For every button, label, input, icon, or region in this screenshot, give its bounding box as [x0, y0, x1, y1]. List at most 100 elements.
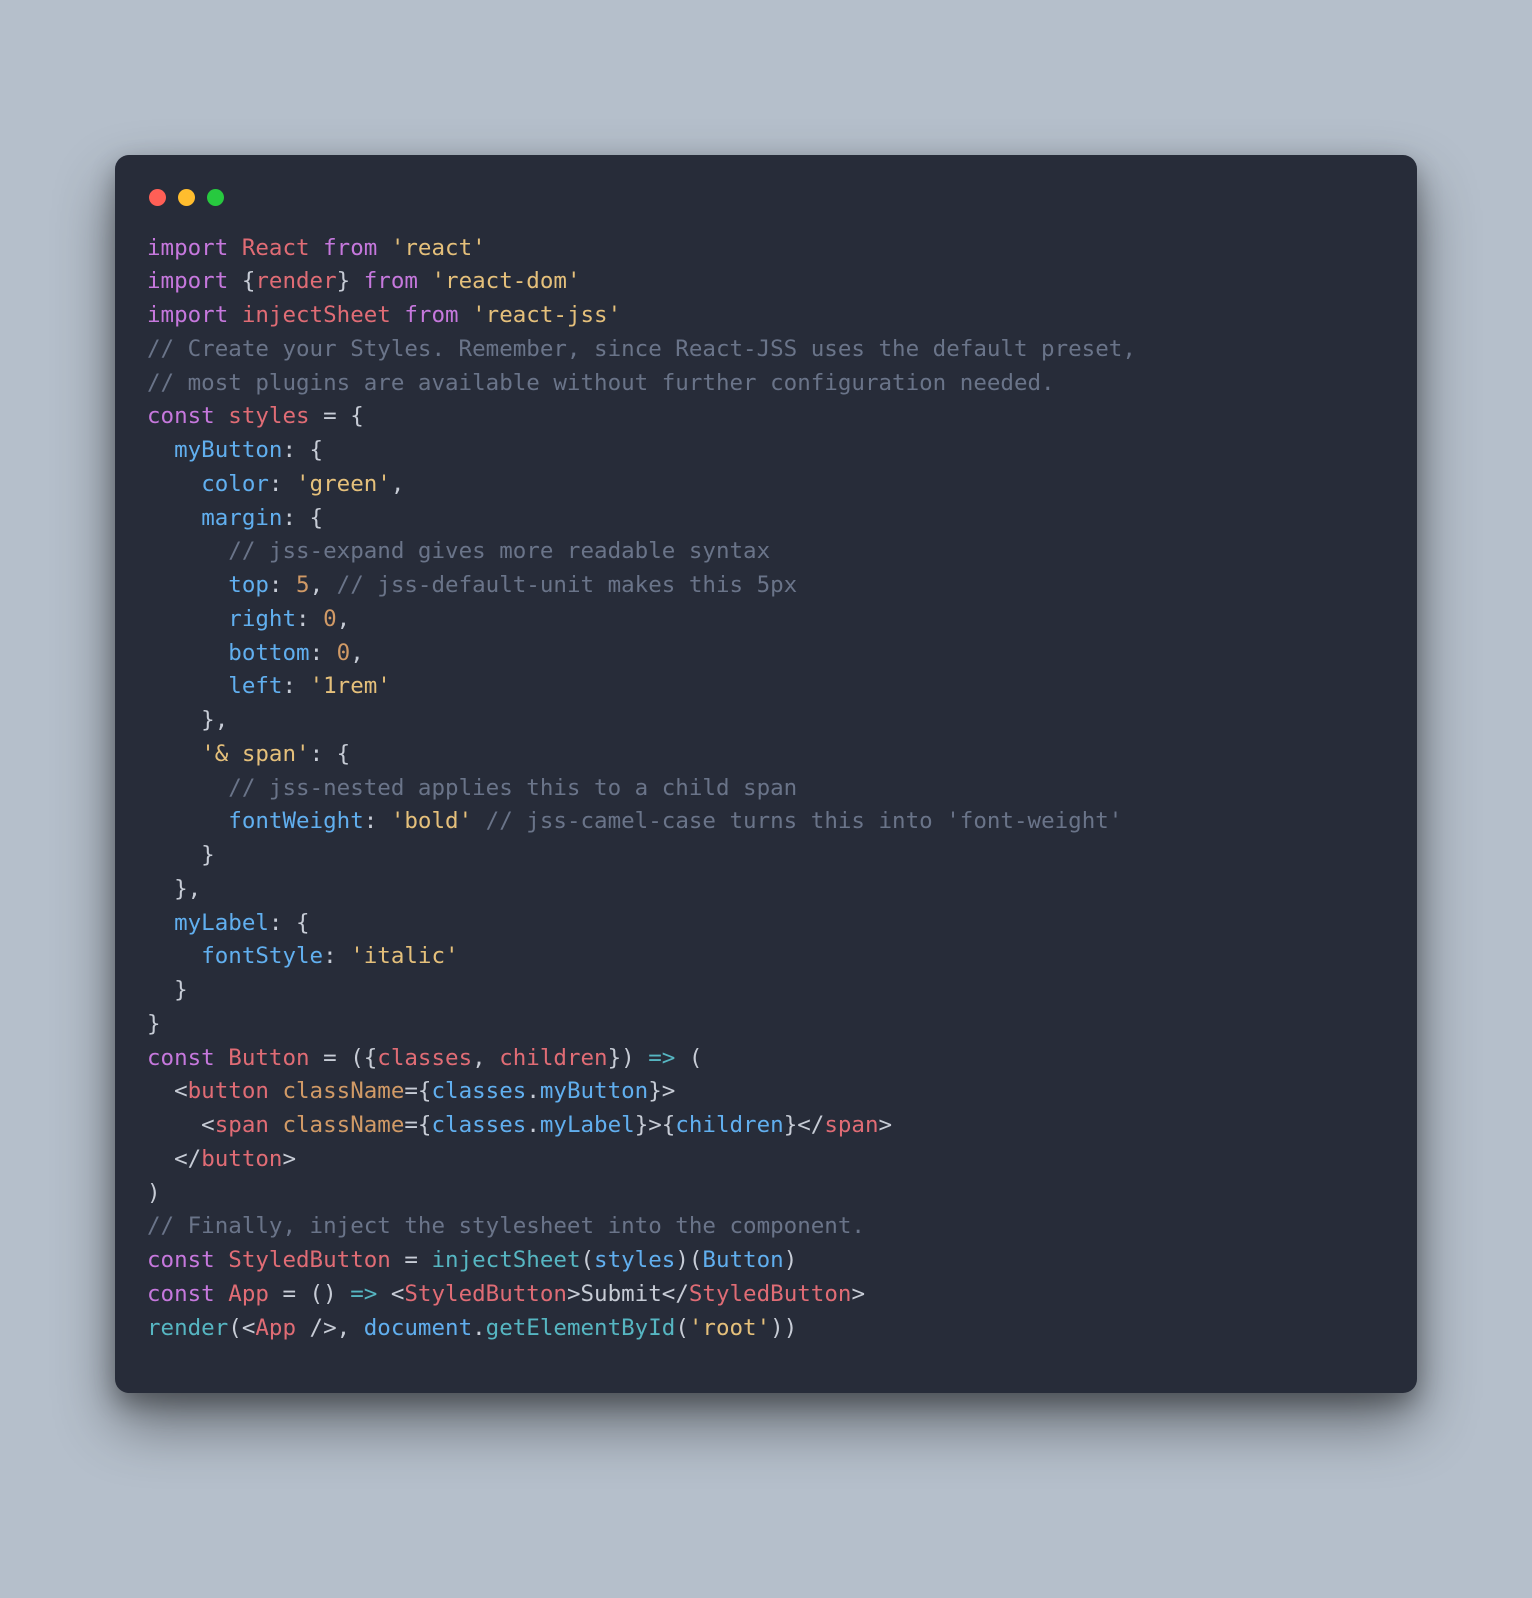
code-token-cmt: // most plugins are available without fu…: [147, 370, 1055, 396]
code-token-cmt: // jss-nested applies this to a child sp…: [228, 775, 797, 801]
code-token-str: 'italic': [350, 943, 458, 969]
code-token-tag: button: [201, 1146, 282, 1172]
code-token-punct: <: [147, 1078, 188, 1104]
code-token-punct: [215, 1281, 229, 1307]
code-token-punct: [269, 1078, 283, 1104]
code-token-def: Button: [228, 1045, 309, 1071]
code-token-str: 'react': [391, 235, 486, 261]
code-token-punct: [147, 572, 228, 598]
code-token-punct: : {: [282, 505, 323, 531]
code-token-fn: =>: [350, 1281, 377, 1307]
code-token-var: children: [675, 1112, 783, 1138]
code-token-punct: [228, 235, 242, 261]
code-token-punct: >: [851, 1281, 865, 1307]
code-token-punct: [147, 640, 228, 666]
code-token-str: 'bold': [391, 808, 472, 834]
code-token-attr: className: [282, 1112, 404, 1138]
code-token-punct: [310, 235, 324, 261]
code-token-fn: render: [147, 1315, 228, 1341]
code-token-punct: ,: [310, 572, 337, 598]
code-token-punct: ,: [350, 640, 364, 666]
code-token-punct: [215, 1247, 229, 1273]
code-token-cmt: // jss-camel-case turns this into 'font-…: [486, 808, 1123, 834]
code-token-punct: .: [526, 1078, 540, 1104]
zoom-icon[interactable]: [207, 189, 224, 206]
code-token-punct: }: [337, 268, 364, 294]
code-token-kw: from: [364, 268, 418, 294]
code-window: import React from 'react' import {render…: [115, 155, 1417, 1394]
code-token-punct: [391, 302, 405, 328]
code-token-punct: [147, 808, 228, 834]
code-token-cmt: // jss-default-unit makes this 5px: [337, 572, 798, 598]
code-token-punct: :: [282, 673, 309, 699]
code-token-punct: :: [364, 808, 391, 834]
code-token-punct: [147, 673, 228, 699]
code-token-str: 'green': [296, 471, 391, 497]
code-token-kw: from: [323, 235, 377, 261]
code-token-def: styles: [228, 403, 309, 429]
code-token-num: 5: [296, 572, 310, 598]
code-token-fn: =>: [648, 1045, 675, 1071]
code-token-punct: ,: [472, 1045, 499, 1071]
code-token-punct: ,: [337, 606, 351, 632]
code-token-punct: (: [581, 1247, 595, 1273]
code-token-var: styles: [594, 1247, 675, 1273]
code-token-punct: = {: [310, 403, 364, 429]
code-token-var: fontWeight: [228, 808, 363, 834]
code-token-punct: )): [770, 1315, 797, 1341]
code-token-punct: [147, 775, 228, 801]
minimize-icon[interactable]: [178, 189, 195, 206]
code-token-punct: [147, 943, 201, 969]
code-token-punct: [147, 741, 201, 767]
code-token-punct: ={: [404, 1112, 431, 1138]
code-token-var: top: [228, 572, 269, 598]
code-token-kw: from: [404, 302, 458, 328]
code-token-cmt: // jss-expand gives more readable syntax: [228, 538, 770, 564]
code-token-punct: <: [147, 1112, 215, 1138]
code-token-punct: ): [784, 1247, 798, 1273]
code-token-def: classes: [377, 1045, 472, 1071]
code-token-def: injectSheet: [242, 302, 391, 328]
code-token-var: classes: [431, 1078, 526, 1104]
code-token-var: color: [201, 471, 269, 497]
code-token-punct: (: [675, 1045, 702, 1071]
code-token-var: myLabel: [174, 910, 269, 936]
code-token-punct: }: [147, 1011, 161, 1037]
code-token-def: children: [499, 1045, 607, 1071]
code-token-def: StyledButton: [228, 1247, 391, 1273]
code-token-tag: button: [188, 1078, 269, 1104]
code-token-punct: }): [608, 1045, 649, 1071]
code-token-punct: : {: [269, 910, 310, 936]
code-token-punct: }</: [784, 1112, 825, 1138]
code-token-punct: = ({: [310, 1045, 378, 1071]
code-token-punct: [472, 808, 486, 834]
code-token-punct: [215, 1045, 229, 1071]
code-token-var: fontStyle: [201, 943, 323, 969]
code-token-var: myButton: [540, 1078, 648, 1104]
window-traffic-lights: [147, 183, 1385, 232]
code-token-str: '1rem': [310, 673, 391, 699]
code-token-punct: :: [269, 572, 296, 598]
code-token-punct: :: [310, 640, 337, 666]
code-token-punct: .: [526, 1112, 540, 1138]
code-token-var: margin: [201, 505, 282, 531]
close-icon[interactable]: [149, 189, 166, 206]
page-frame: import React from 'react' import {render…: [0, 45, 1532, 1554]
code-token-cmt: // Create your Styles. Remember, since R…: [147, 336, 1136, 362]
code-token-punct: [228, 302, 242, 328]
code-token-tag: span: [215, 1112, 269, 1138]
code-token-var: left: [228, 673, 282, 699]
code-token-punct: ): [147, 1180, 161, 1206]
code-token-tag: StyledButton: [689, 1281, 852, 1307]
code-token-kw: import: [147, 302, 228, 328]
code-token-punct: [147, 471, 201, 497]
code-token-punct: (: [675, 1315, 689, 1341]
code-token-punct: .: [472, 1315, 486, 1341]
code-token-str: '& span': [201, 741, 309, 767]
code-token-punct: : {: [310, 741, 351, 767]
code-token-var: myLabel: [540, 1112, 635, 1138]
code-token-punct: [147, 505, 201, 531]
code-token-punct: [147, 437, 174, 463]
code-token-var: right: [228, 606, 296, 632]
code-token-tag: span: [824, 1112, 878, 1138]
